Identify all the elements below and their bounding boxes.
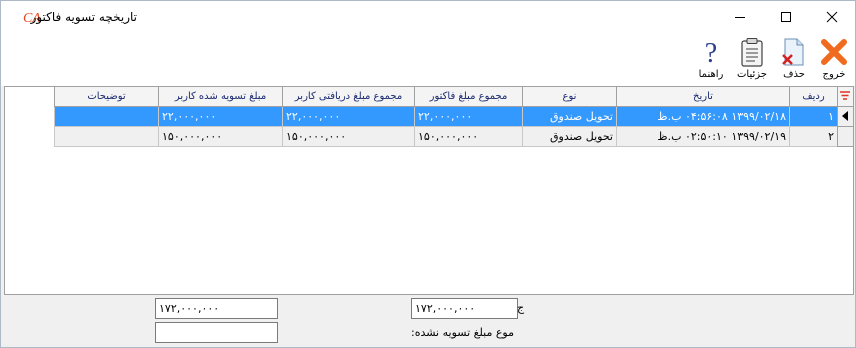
settlement-history-window: CA تاریخچه تسویه فاکتور خروج حذف جزئیات … xyxy=(0,0,856,348)
exit-label: خروج xyxy=(822,69,846,80)
cell-type: تحویل صندوق xyxy=(522,127,616,147)
window-title: تاریخچه تسویه فاکتور xyxy=(30,10,137,24)
unsettled-field[interactable] xyxy=(155,322,278,343)
exit-button[interactable]: خروج xyxy=(814,35,854,85)
column-header-date[interactable]: تاریخ xyxy=(616,87,789,107)
column-header-settled-amount[interactable]: مبلغ تسویه شده کاربر xyxy=(158,87,282,107)
column-header-invoice-total[interactable]: مجموع مبلغ فاکتور xyxy=(414,87,522,107)
details-label: جزئیات xyxy=(737,69,767,80)
filter-icon xyxy=(840,91,850,100)
column-header-received-total[interactable]: مجموع مبلغ دریافتی کاربر xyxy=(282,87,414,107)
column-header-row-no[interactable]: ردیف xyxy=(789,87,837,107)
close-icon xyxy=(826,11,838,22)
cell-invoice-total: ۲۲,۰۰۰,۰۰۰ xyxy=(414,107,522,127)
maximize-button[interactable] xyxy=(763,1,809,32)
cell-date: ۱۳۹۹/۰۲/۱۸ ۰۴:۵۶:۰۸ ب.ظ xyxy=(616,107,789,127)
help-button[interactable]: ? راهنما xyxy=(691,35,731,85)
cell-settled-amount: ۲۲,۰۰۰,۰۰۰ xyxy=(158,107,282,127)
unsettled-label: موع مبلغ تسویه نشده: xyxy=(411,326,514,339)
total-label: ج xyxy=(517,301,525,314)
cell-notes xyxy=(54,127,158,147)
cell-settled-amount: ۱۵۰,۰۰۰,۰۰۰ xyxy=(158,127,282,147)
settled-sum-field[interactable]: ۱۷۲,۰۰۰,۰۰۰ xyxy=(155,298,278,319)
title-bar: CA تاریخچه تسویه فاکتور xyxy=(1,1,855,32)
close-button[interactable] xyxy=(809,1,855,32)
maximize-icon xyxy=(781,11,791,22)
delete-document-icon xyxy=(782,38,804,66)
help-label: راهنما xyxy=(698,69,724,80)
total-field[interactable]: ۱۷۲,۰۰۰,۰۰۰ xyxy=(411,298,518,319)
cell-notes xyxy=(54,107,158,127)
delete-button[interactable]: حذف xyxy=(774,35,814,85)
toolbar: خروج حذف جزئیات ? راهنما xyxy=(1,32,855,86)
filter-header-button[interactable] xyxy=(837,87,853,107)
row-indicator[interactable] xyxy=(837,107,853,127)
exit-x-icon xyxy=(821,39,847,65)
cell-type: تحویل صندوق xyxy=(522,107,616,127)
column-header-type[interactable]: نوع xyxy=(522,87,616,107)
minimize-icon xyxy=(735,16,745,18)
row-indicator[interactable] xyxy=(837,127,853,147)
settlement-grid: ردیف تاریخ نوع مجموع مبلغ فاکتور مجموع م… xyxy=(4,86,854,295)
cell-row-no: ۲ xyxy=(789,127,837,147)
current-row-arrow-icon xyxy=(842,111,848,121)
delete-label: حذف xyxy=(783,69,805,80)
svg-text:?: ? xyxy=(705,38,717,67)
cell-invoice-total: ۱۵۰,۰۰۰,۰۰۰ xyxy=(414,127,522,147)
help-question-icon: ? xyxy=(705,38,717,67)
details-button[interactable]: جزئیات xyxy=(732,35,772,85)
clipboard-icon xyxy=(741,38,763,67)
cell-received-total: ۱۵۰,۰۰۰,۰۰۰ xyxy=(282,127,414,147)
cell-received-total: ۲۲,۰۰۰,۰۰۰ xyxy=(282,107,414,127)
cell-row-no: ۱ xyxy=(789,107,837,127)
cell-date: ۱۳۹۹/۰۲/۱۹ ۰۲:۵۰:۱۰ ب.ظ xyxy=(616,127,789,147)
column-header-notes[interactable]: توضیحات xyxy=(54,87,158,107)
minimize-button[interactable] xyxy=(717,1,763,32)
